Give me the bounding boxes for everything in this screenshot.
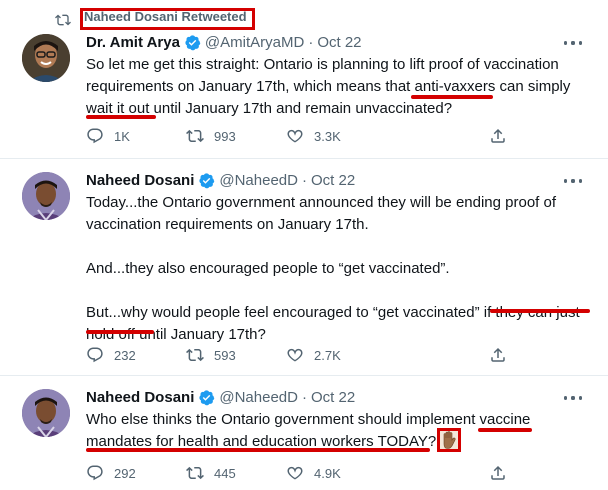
retweet-button[interactable]: 593	[186, 345, 236, 365]
avatar[interactable]	[22, 389, 70, 437]
raised-hand-icon	[437, 428, 461, 452]
share-icon	[491, 347, 505, 362]
annotation-underline	[86, 448, 430, 452]
author-name[interactable]: Dr. Amit Arya	[86, 34, 180, 51]
author-name[interactable]: Naheed Dosani	[86, 172, 194, 189]
tweet-header: Naheed Dosani @NaheedD · Oct 22	[86, 172, 356, 189]
tweet-line: vaccination requirements on January 17th…	[86, 216, 369, 233]
tweet-actions: 232 593 2.7K	[86, 345, 546, 365]
tweet-2[interactable]: Naheed Dosani @NaheedD · Oct 22 Today...…	[0, 160, 608, 376]
tweet-header: Naheed Dosani @NaheedD · Oct 22	[86, 389, 356, 406]
reply-button[interactable]: 1K	[86, 126, 130, 146]
tweet-line: But...why would people feel encouraged t…	[86, 304, 580, 321]
retweet-button[interactable]: 993	[186, 126, 236, 146]
tweet-date[interactable]: Oct 22	[311, 389, 355, 406]
reply-icon	[87, 465, 103, 481]
retweet-count: 593	[214, 347, 236, 363]
author-handle[interactable]: @NaheedD	[219, 172, 298, 189]
like-icon	[287, 348, 303, 362]
share-icon	[491, 128, 505, 143]
reply-button[interactable]: 292	[86, 463, 136, 483]
like-icon	[287, 466, 303, 480]
tweet-actions: 1K 993 3.3K	[86, 126, 546, 146]
retweet-count: 445	[214, 465, 236, 481]
tweet-1[interactable]: Naheed Dosani Retweeted Dr. Amit Arya @A…	[0, 0, 608, 159]
tweet-text: So let me get this straight: Ontario is …	[86, 54, 596, 120]
reply-count: 232	[114, 347, 136, 363]
retweet-icon	[186, 129, 204, 143]
tweet-3[interactable]: Naheed Dosani @NaheedD · Oct 22 Who else…	[0, 377, 608, 490]
retweet-icon	[55, 14, 71, 26]
reply-icon	[87, 128, 103, 144]
like-button[interactable]: 3.3K	[286, 126, 341, 146]
tweet-line: Today...the Ontario government announced…	[86, 194, 557, 211]
share-icon	[491, 465, 505, 480]
annotation-underline	[478, 428, 532, 432]
author-name[interactable]: Naheed Dosani	[86, 389, 194, 406]
avatar[interactable]	[22, 34, 70, 82]
tweet-line: So let me get this straight: Ontario is …	[86, 56, 559, 73]
tweet-line: wait it out until January 17th and remai…	[86, 100, 453, 117]
author-handle[interactable]: @AmitAryaMD	[205, 34, 304, 51]
tweet-text: Today...the Ontario government announced…	[86, 192, 596, 346]
reply-count: 1K	[114, 128, 130, 144]
verified-icon	[199, 173, 215, 189]
share-button[interactable]	[489, 463, 507, 483]
more-icon[interactable]	[564, 40, 582, 46]
tweet-date[interactable]: Oct 22	[311, 172, 355, 189]
share-button[interactable]	[489, 345, 507, 365]
tweet-actions: 292 445 4.9K	[86, 463, 546, 483]
reply-icon	[87, 347, 103, 363]
like-count: 2.7K	[314, 347, 341, 363]
more-icon[interactable]	[564, 178, 582, 184]
like-button[interactable]: 2.7K	[286, 345, 341, 365]
annotation-underline	[86, 330, 154, 334]
like-count: 4.9K	[314, 465, 341, 481]
like-button[interactable]: 4.9K	[286, 463, 341, 483]
annotation-underline	[86, 115, 156, 119]
tweet-line: hold off until January 17th?	[86, 326, 266, 343]
annotation-underline	[490, 309, 590, 313]
verified-icon	[185, 35, 201, 51]
author-handle[interactable]: @NaheedD	[219, 389, 298, 406]
retweet-icon	[186, 348, 204, 362]
tweet-line: And...they also encouraged people to “ge…	[86, 260, 450, 277]
tweet-line: requirements on January 17th, which mean…	[86, 78, 571, 95]
share-button[interactable]	[489, 126, 507, 146]
reply-button[interactable]: 232	[86, 345, 136, 365]
tweet-date[interactable]: Oct 22	[317, 34, 361, 51]
verified-icon	[199, 390, 215, 406]
retweet-count: 993	[214, 128, 236, 144]
like-icon	[287, 129, 303, 143]
like-count: 3.3K	[314, 128, 341, 144]
retweet-icon	[186, 466, 204, 480]
reply-count: 292	[114, 465, 136, 481]
avatar[interactable]	[22, 172, 70, 220]
annotation-box-retweet	[80, 8, 255, 30]
more-icon[interactable]	[564, 395, 582, 401]
annotation-underline	[411, 95, 493, 99]
retweet-button[interactable]: 445	[186, 463, 236, 483]
tweet-header: Dr. Amit Arya @AmitAryaMD · Oct 22	[86, 34, 362, 51]
